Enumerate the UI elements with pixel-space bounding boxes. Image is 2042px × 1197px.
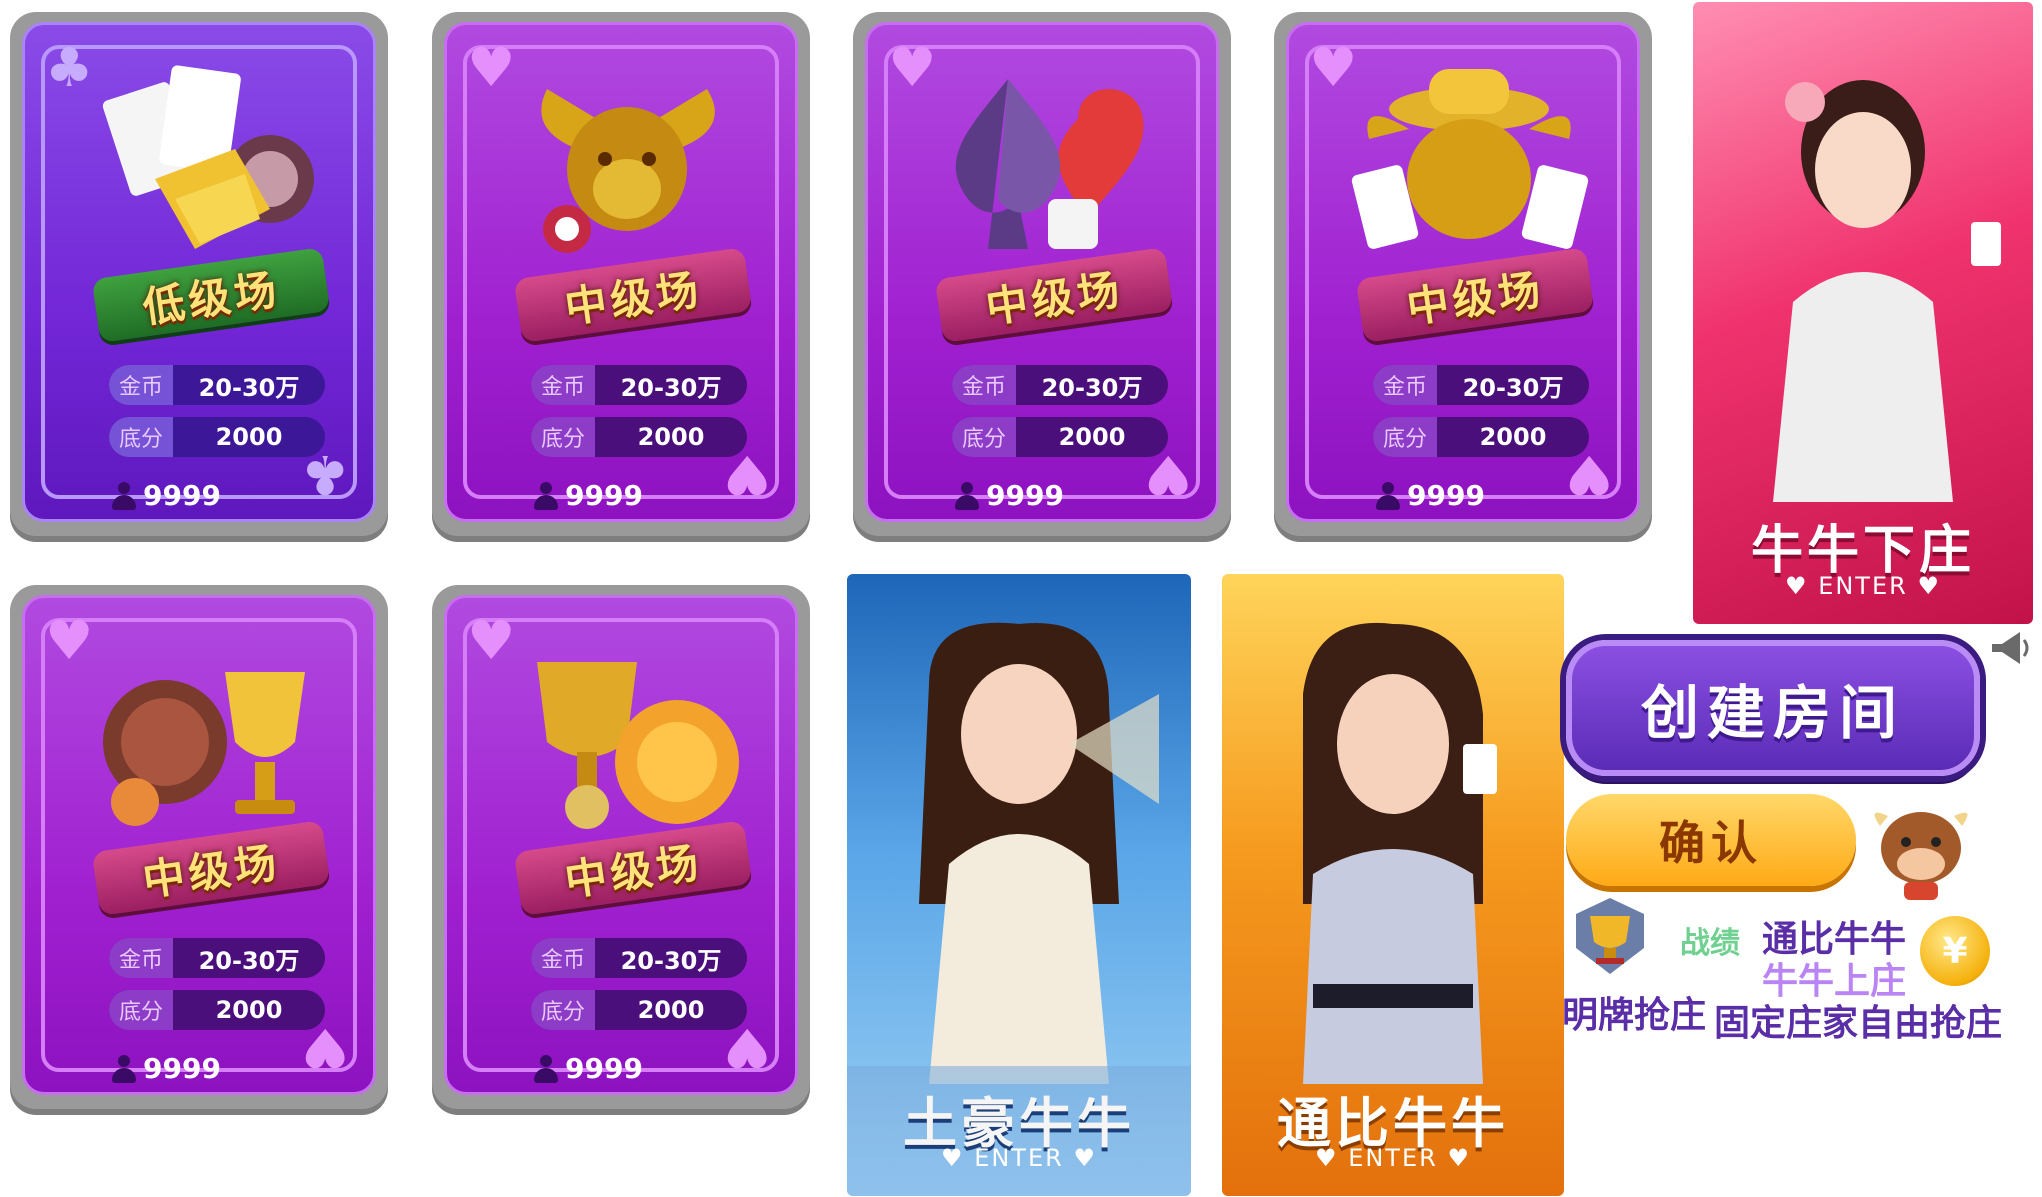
player-count: 9999 (143, 479, 221, 512)
trophy-icon (1576, 898, 1644, 974)
room-card-3[interactable]: ♥ ♥ 中级场 金币 20-30万 底分 2000 9999 (853, 12, 1231, 536)
create-room-label: 创建房间 (1640, 679, 1905, 747)
heart-icon: ♥ (1785, 572, 1819, 600)
heart-icon: ♥ (1907, 572, 1941, 600)
fixed-free-label: 固定庄家自由抢庄 (1714, 1003, 2003, 1044)
player-count: 9999 (565, 1052, 643, 1085)
gold-label: 金币 (531, 938, 595, 978)
mode-enter: ♥ ENTER ♥ (1315, 1144, 1471, 1172)
base-value: 2000 (1479, 423, 1547, 451)
gold-value: 20-30万 (198, 373, 300, 402)
gold-value: 20-30万 (620, 373, 722, 402)
base-label: 底分 (952, 417, 1016, 457)
heart-icon: ♥ (941, 1144, 975, 1172)
heart-icon: ♥ (1315, 1144, 1349, 1172)
gold-value: 20-30万 (1041, 373, 1143, 402)
player-count: 9999 (143, 1052, 221, 1085)
room-card-6[interactable]: ♥ ♥ 中级场 金币 20-30万 底分 2000 9999 (432, 585, 810, 1109)
person-icon (111, 481, 137, 510)
room-card-2[interactable]: ♥ ♥ 中级场 金币 20-30万 底分 2000 9999 (432, 12, 810, 536)
base-label: 底分 (531, 417, 595, 457)
trophy-coin-art (103, 672, 305, 826)
base-value: 2000 (637, 996, 705, 1024)
golden-bull-art (541, 89, 715, 253)
confirm-label: 确认 (1659, 816, 1763, 870)
open-grab-label: 明牌抢庄 (1562, 995, 1707, 1036)
lady-wine-figure (919, 622, 1159, 1084)
base-label: 底分 (1373, 417, 1437, 457)
base-label: 底分 (109, 417, 173, 457)
create-room-button[interactable]: 创建房间 (1566, 640, 1980, 776)
base-value: 2000 (637, 423, 705, 451)
gold-label: 金币 (531, 365, 595, 405)
room-card-1[interactable]: ♣ ♣ 低级场 金币 20-30万 底分 2000 9999 (10, 12, 388, 536)
spade-heart-art (955, 79, 1144, 249)
confirm-button[interactable]: 确认 (1566, 794, 1856, 886)
person-icon (1375, 481, 1401, 510)
heart-icon: ♥ (1437, 1144, 1471, 1172)
person-icon (111, 1054, 137, 1083)
lady-cards-figure (1303, 622, 1497, 1084)
player-count: 9999 (986, 479, 1064, 512)
yen-coin-icon: ¥ (1920, 916, 1990, 986)
mode-card-tongbi[interactable]: 通比牛牛 ♥ ENTER ♥ (1222, 574, 1564, 1196)
hostess-figure (1773, 80, 2001, 502)
megaphone-icon[interactable] (1988, 626, 2032, 670)
bull-mascot-icon (1874, 812, 1968, 900)
gold-value: 20-30万 (1462, 373, 1564, 402)
record-label: 战绩 (1680, 926, 1740, 961)
base-value: 2000 (215, 423, 283, 451)
player-count: 9999 (565, 479, 643, 512)
person-icon (533, 481, 559, 510)
gold-label: 金币 (109, 365, 173, 405)
room-card-4[interactable]: ♥ ♥ 中级场 金币 20-30万 底分 2000 9999 (1274, 12, 1652, 536)
base-label: 底分 (531, 990, 595, 1030)
gold-label: 金币 (109, 938, 173, 978)
gold-label: 金币 (1373, 365, 1437, 405)
gold-value: 20-30万 (620, 946, 722, 975)
cards-chips-art (102, 65, 314, 249)
gold-label: 金币 (952, 365, 1016, 405)
base-label: 底分 (109, 990, 173, 1030)
mode-card-banker-down[interactable]: 牛牛下庄 ♥ ENTER ♥ (1693, 2, 2033, 624)
person-icon (954, 481, 980, 510)
person-icon (533, 1054, 559, 1083)
mode-card-tuhao[interactable]: 土豪牛牛 ♥ ENTER ♥ (847, 574, 1191, 1196)
win-cup-chip-art (537, 662, 739, 829)
base-value: 2000 (1058, 423, 1126, 451)
gold-value: 20-30万 (198, 946, 300, 975)
mode-enter: ♥ ENTER ♥ (1785, 572, 1941, 600)
heart-icon: ♥ (1063, 1144, 1097, 1172)
cowboy-bull-art (1351, 69, 1589, 249)
player-count: 9999 (1407, 479, 1485, 512)
base-value: 2000 (215, 996, 283, 1024)
room-card-5[interactable]: ♥ ♥ 中级场 金币 20-30万 底分 2000 9999 (10, 585, 388, 1109)
mode-enter: ♥ ENTER ♥ (941, 1144, 1097, 1172)
